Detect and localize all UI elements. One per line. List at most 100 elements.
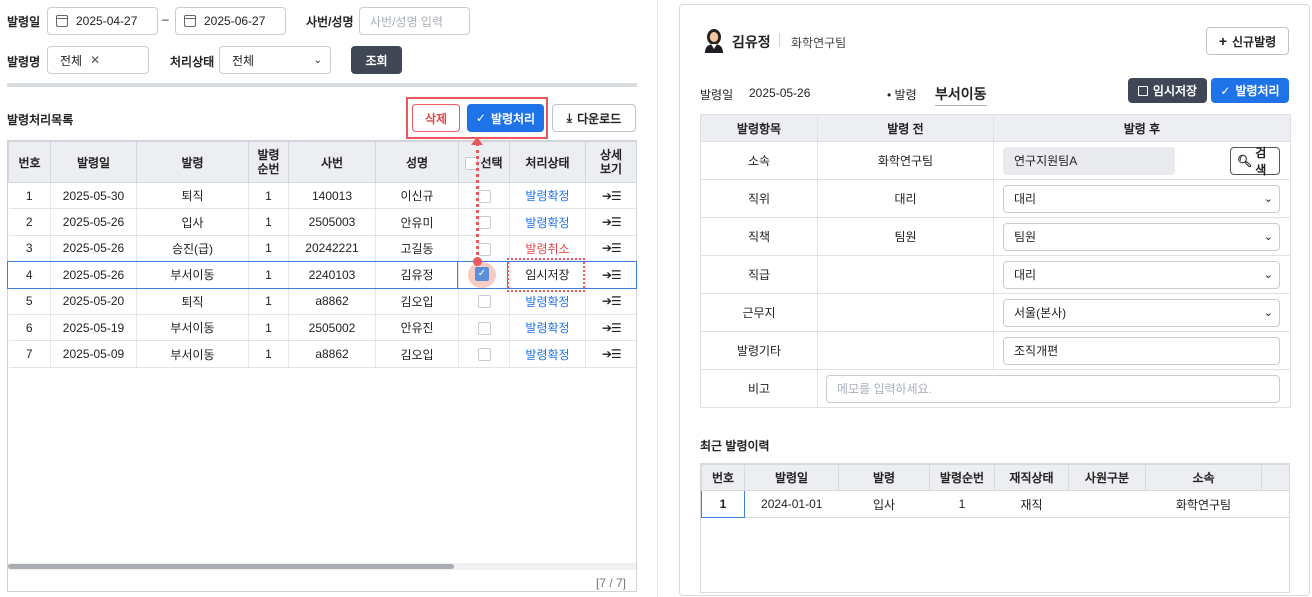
row-seq: 1 [248, 314, 289, 342]
emp-search-input[interactable]: 사번/성명 입력 [359, 7, 470, 35]
dept-after-input[interactable]: 연구지원팀A [1003, 146, 1175, 175]
horizontal-scrollbar-thumb[interactable] [8, 564, 454, 569]
history-table-frame: 번호 발령일 발령 발령순번 재직상태 사원구분 소속 1 2024-01-01 입… [700, 463, 1290, 593]
row-checkbox[interactable] [477, 321, 491, 335]
after-select[interactable]: 팀원 ⌄ [1003, 222, 1280, 251]
new-appointment-button[interactable]: + 신규발령 [1206, 27, 1289, 55]
table-row[interactable]: 7 2025-05-09 부서이동 1 a8862 김오입 발령확정 ➔☰ [8, 340, 637, 368]
row-status[interactable]: 발령확정 [509, 340, 586, 368]
row-checkbox[interactable] [477, 242, 491, 256]
table-row[interactable]: 1 2025-05-30 퇴직 1 140013 이신규 발령확정 ➔☰ [8, 182, 637, 210]
emp-filter-label: 사번/성명 [306, 15, 354, 29]
history-body: 1 2024-01-01 입사 1 재직 화학연구팀 [701, 490, 1289, 518]
row-date: 2025-05-19 [50, 314, 137, 342]
col-type: 발령 [136, 141, 249, 183]
history-cell-state: 재직 [994, 490, 1069, 518]
annotation-dot [473, 257, 482, 266]
history-cell-more [1261, 490, 1289, 518]
form-item-label: 근무지 [700, 293, 818, 332]
download-button[interactable]: ⤓ 다운로드 [552, 104, 636, 132]
panel-separator [657, 0, 658, 597]
row-status[interactable]: 발령확정 [509, 208, 586, 236]
appointment-form-table: 발령항목 발령 전 발령 후 소속 화학연구팀 연구지원팀A 🔍︎ 검색 직위 대리 대… [700, 114, 1291, 408]
form-item-label: 비고 [700, 369, 818, 408]
hist-col-emp-type: 사원구분 [1068, 464, 1146, 491]
hist-col-no: 번호 [701, 464, 745, 491]
row-status[interactable]: 발령확정 [509, 182, 586, 210]
row-checkbox[interactable] [477, 189, 491, 203]
row-4-checkbox-checked[interactable]: ✓ [475, 267, 489, 281]
date-to-input[interactable]: 2025-06-27 [175, 7, 286, 35]
row-checkbox[interactable] [477, 348, 491, 362]
type-filter-select[interactable]: 전체 ✕ [47, 46, 149, 74]
dept-search-button[interactable]: 🔍︎ 검색 [1230, 145, 1280, 177]
after-select[interactable]: 대리 ⌄ [1003, 184, 1280, 213]
person-name: 김유정 [732, 34, 771, 50]
detail-view-icon[interactable]: ➔☰ [585, 288, 637, 315]
remark-input[interactable]: 메모를 입력하세요. [826, 374, 1280, 403]
row-checkbox[interactable] [477, 216, 491, 230]
row-seq: 1 [248, 235, 289, 263]
list-table: 번호 발령일 발령 발령 순번 사번 성명 선택 처리상태 상세 보기 1 202… [8, 141, 637, 368]
hist-col-dept: 소속 [1145, 464, 1262, 491]
col-no: 번호 [8, 141, 51, 183]
detail-view-icon[interactable]: ➔☰ [585, 340, 637, 368]
temp-save-button[interactable]: 임시저장 [1128, 78, 1207, 103]
row-no: 3 [8, 235, 51, 263]
calendar-icon[interactable] [56, 15, 68, 27]
after-text-input[interactable]: 조직개편 [1003, 336, 1280, 365]
col-select-label: 선택 [480, 155, 503, 170]
temp-save-label: 임시저장 [1152, 84, 1198, 98]
annotation-arrow-head [471, 137, 483, 145]
check-icon: ✓ [475, 111, 486, 125]
status-filter-select[interactable]: 전체 ⌄ [219, 46, 331, 74]
row-name: 안유진 [375, 314, 459, 342]
hist-col-more [1261, 464, 1289, 491]
detail-view-icon[interactable]: ➔☰ [585, 235, 637, 263]
row-emp-no: 140013 [288, 182, 376, 210]
table-row[interactable]: 2 2025-05-26 입사 1 2505003 안유미 발령확정 ➔☰ [8, 208, 637, 236]
dept-search-label: 검색 [1255, 145, 1267, 177]
detail-view-icon[interactable]: ➔☰ [585, 182, 637, 210]
detail-view-icon[interactable]: ➔☰ [585, 314, 637, 342]
after-select-value: 팀원 [1014, 230, 1037, 244]
history-row[interactable]: 1 2024-01-01 입사 1 재직 화학연구팀 [701, 490, 1289, 518]
table-row[interactable]: 6 2025-05-19 부서이동 1 2505002 안유진 발령확정 ➔☰ [8, 314, 637, 342]
horizontal-scrollbar-track[interactable] [8, 563, 636, 570]
form-after-cell: 서울(본사) ⌄ [993, 293, 1291, 332]
row-checkbox[interactable] [477, 295, 491, 309]
detail-view-icon[interactable]: ➔☰ [585, 208, 637, 236]
date-from-input[interactable]: 2025-04-27 [47, 7, 158, 35]
search-icon: 🔍︎ [1237, 153, 1253, 168]
row-status[interactable]: 발령확정 [509, 288, 586, 315]
search-button[interactable]: 조회 [351, 46, 402, 74]
date-from-value: 2025-04-27 [76, 14, 138, 28]
row-name: 김오입 [375, 288, 459, 315]
detail-view-icon[interactable]: ➔☰ [585, 261, 637, 289]
clear-tag-icon[interactable]: ✕ [90, 53, 100, 67]
process-button[interactable]: ✓ 발령처리 [467, 104, 544, 132]
table-row[interactable]: 5 2025-05-20 퇴직 1 a8862 김오입 발령확정 ➔☰ [8, 288, 637, 315]
chevron-down-icon: ⌄ [313, 54, 322, 66]
row-name: 이신규 [375, 182, 459, 210]
calendar-icon[interactable] [184, 15, 196, 27]
form-before-value [817, 293, 994, 332]
row-seq: 1 [248, 340, 289, 368]
chevron-down-icon: ⌄ [1263, 307, 1273, 319]
form-after-cell: 연구지원팀A 🔍︎ 검색 [993, 141, 1291, 180]
after-select[interactable]: 대리 ⌄ [1003, 260, 1280, 289]
row-status[interactable]: 발령확정 [509, 314, 586, 342]
delete-button[interactable]: 삭제 [412, 104, 460, 132]
hist-col-seq: 발령순번 [929, 464, 995, 491]
detail-process-button[interactable]: ✓ 발령처리 [1211, 78, 1289, 103]
form-before-value [817, 331, 994, 370]
row-type: 입사 [136, 208, 249, 236]
after-select[interactable]: 서울(본사) ⌄ [1003, 298, 1280, 327]
form-item-label: 소속 [700, 141, 818, 180]
form-row: 소속 화학연구팀 연구지원팀A 🔍︎ 검색 [700, 141, 1291, 180]
row-select-cell [458, 288, 510, 315]
emp-search-placeholder: 사번/성명 입력 [370, 14, 443, 29]
after-select-value: 대리 [1014, 192, 1037, 206]
pagination-text: [7 / 7] [596, 576, 627, 590]
row-type: 퇴직 [136, 182, 249, 210]
